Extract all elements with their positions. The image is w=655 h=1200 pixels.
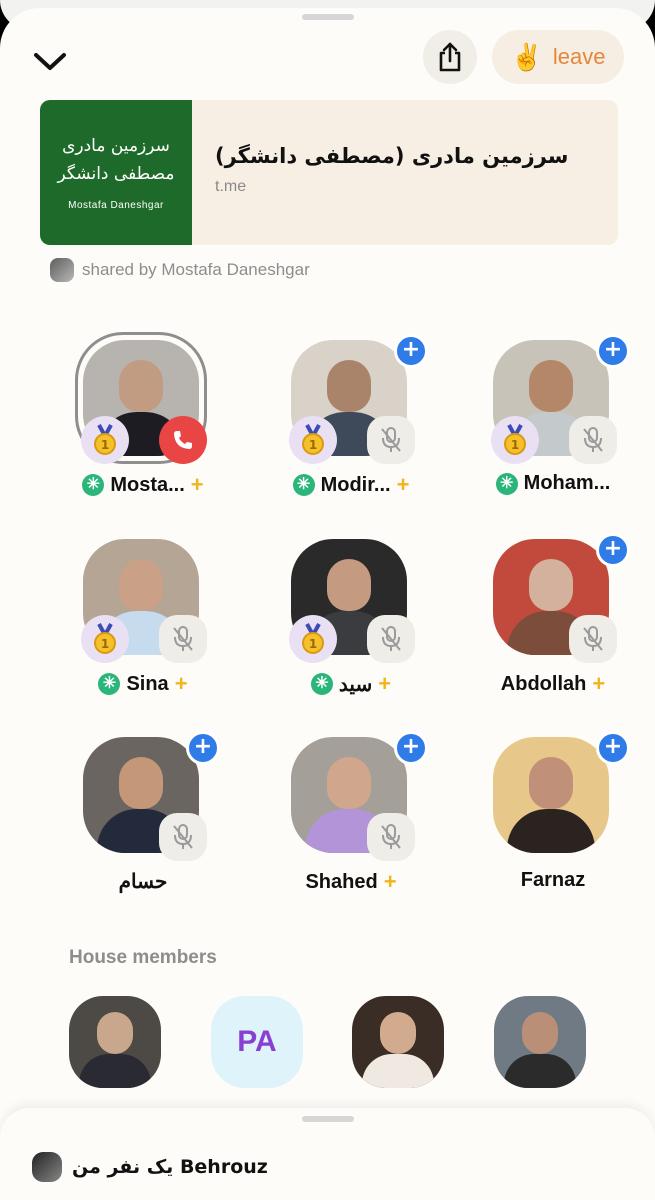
thumbnail-line-1: سرزمین مادری: [62, 136, 170, 156]
thumbnail-line-2: مصطفی دانشگر: [57, 164, 175, 184]
bottom-avatar: [32, 1152, 62, 1182]
speaker-name: Shahed: [305, 870, 378, 893]
peace-icon: ✌️: [510, 41, 543, 72]
mic-off-icon: [367, 615, 415, 663]
speaker-tile[interactable]: 1 ✳ سید +: [256, 539, 446, 719]
svg-text:1: 1: [309, 637, 317, 651]
bottom-bar: Behrouz یک نفر من: [0, 1108, 655, 1200]
new-user-plus-icon: +: [383, 869, 397, 894]
medal-icon: 1: [289, 615, 337, 663]
link-thumbnail: سرزمین مادری مصطفی دانشگر Mostafa Danesh…: [40, 100, 192, 245]
mic-off-icon: [159, 615, 207, 663]
follow-plus-icon[interactable]: +: [186, 731, 220, 765]
speaker-tile[interactable]: + Farnaz: [458, 731, 648, 917]
medal-icon: 1: [491, 416, 539, 464]
follow-plus-icon[interactable]: +: [394, 334, 428, 368]
mic-off-icon: [569, 416, 617, 464]
svg-text:1: 1: [101, 637, 109, 651]
bottom-room-row[interactable]: Behrouz یک نفر من: [32, 1152, 268, 1182]
speaker-name-row: ✳ سید +: [256, 671, 446, 697]
bottom-bar-handle[interactable]: [302, 1116, 354, 1122]
svg-text:1: 1: [309, 438, 317, 452]
link-title: سرزمین مادری (مصطفی دانشگر): [215, 144, 569, 168]
speaker-name-row: Farnaz: [458, 869, 648, 892]
speaker-name-row: حسام: [48, 869, 238, 894]
speaker-name-row: Shahed +: [256, 869, 446, 895]
speaker-name-row: ✳ Mosta... +: [48, 472, 238, 498]
phone-hangup-icon[interactable]: [159, 416, 207, 464]
moderator-star-icon: ✳: [98, 673, 121, 695]
thumbnail-line-3: Mostafa Daneshgar: [68, 200, 164, 211]
mic-off-icon: [367, 813, 415, 861]
speaker-name-row: ✳ Modir... +: [256, 472, 446, 498]
speaker-name-row: ✳ Moham...: [458, 472, 648, 495]
shared-by-label: shared by Mostafa Daneshgar: [82, 260, 310, 279]
speaker-name: Modir...: [320, 473, 391, 496]
speaker-tile[interactable]: 1 ✳ Sina +: [48, 539, 238, 719]
speaker-name: حسام: [118, 871, 168, 893]
mic-off-icon: [159, 813, 207, 861]
share-icon: [439, 42, 461, 72]
speaker-name: Sina: [126, 672, 169, 695]
chevron-down-icon[interactable]: [28, 40, 72, 84]
leave-label: leave: [552, 44, 606, 69]
speaker-tile[interactable]: + Abdollah +: [458, 533, 648, 719]
follow-plus-icon[interactable]: +: [596, 334, 630, 368]
speaker-name: Abdollah: [500, 672, 587, 695]
mic-off-icon: [569, 615, 617, 663]
share-button[interactable]: [423, 30, 477, 84]
link-domain: t.me: [215, 178, 247, 195]
speaker-tile[interactable]: 1 ✳ Mosta... +: [48, 332, 238, 520]
house-member-avatar[interactable]: [352, 996, 444, 1088]
moderator-star-icon: ✳: [495, 472, 518, 495]
house-member-initials-avatar[interactable]: PA: [211, 996, 303, 1088]
shared-by[interactable]: shared by Mostafa Daneshgar: [50, 257, 310, 283]
speaker-name-row: ✳ Sina +: [48, 671, 238, 697]
speaker-name: Mosta...: [110, 473, 185, 496]
speaker-name: Farnaz: [520, 869, 586, 891]
new-user-plus-icon: +: [396, 472, 410, 497]
speaker-tile[interactable]: +1 ✳ Moham...: [458, 334, 648, 520]
medal-icon: 1: [289, 416, 337, 464]
house-member-avatar[interactable]: [69, 996, 161, 1088]
follow-plus-icon[interactable]: +: [394, 731, 428, 765]
bottom-room-text: Behrouz یک نفر من: [72, 1156, 268, 1178]
new-user-plus-icon: +: [592, 671, 606, 696]
moderator-star-icon: ✳: [82, 474, 105, 496]
speaker-avatar: [493, 737, 609, 853]
sharer-avatar: [50, 258, 74, 282]
moderator-star-icon: ✳: [310, 673, 333, 695]
room-sheet-handle[interactable]: [302, 14, 354, 20]
new-user-plus-icon: +: [174, 671, 188, 696]
house-member-avatar[interactable]: [494, 996, 586, 1088]
speaker-tile[interactable]: +1 ✳ Modir... +: [256, 334, 446, 520]
speaker-name-row: Abdollah +: [458, 671, 648, 697]
follow-plus-icon[interactable]: +: [596, 533, 630, 567]
medal-icon: 1: [81, 416, 129, 464]
speaker-tile[interactable]: + Shahed +: [256, 731, 446, 917]
follow-plus-icon[interactable]: +: [596, 731, 630, 765]
speaker-name: Moham...: [523, 472, 611, 494]
new-user-plus-icon: +: [190, 472, 204, 497]
shared-link-card[interactable]: سرزمین مادری مصطفی دانشگر Mostafa Danesh…: [40, 100, 618, 245]
svg-text:1: 1: [511, 438, 519, 452]
house-members-title: House members: [69, 947, 217, 968]
speaker-tile[interactable]: + حسام: [48, 731, 238, 917]
moderator-star-icon: ✳: [292, 474, 315, 496]
leave-button[interactable]: ✌️ leave: [492, 30, 624, 84]
speaker-name: سید: [338, 673, 373, 696]
new-user-plus-icon: +: [378, 671, 392, 696]
phone-screen: ✌️ leave سرزمین مادری مصطفی دانشگر Mosta…: [0, 0, 655, 1200]
svg-text:1: 1: [101, 438, 109, 452]
medal-icon: 1: [81, 615, 129, 663]
mic-off-icon: [367, 416, 415, 464]
